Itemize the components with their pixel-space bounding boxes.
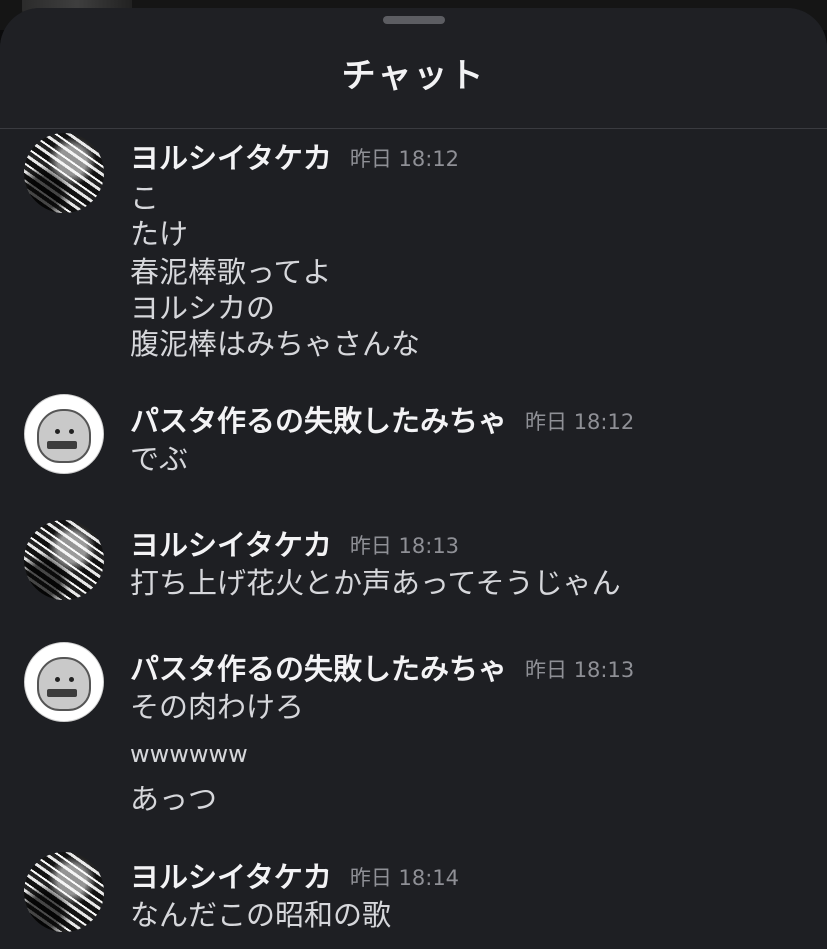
user-avatar[interactable]	[24, 852, 104, 932]
message-text: wwwwww	[130, 740, 248, 768]
drag-handle[interactable]	[383, 16, 445, 24]
message-author[interactable]: ヨルシイタケカ	[130, 141, 332, 175]
message-text: あっつ	[130, 782, 218, 816]
message-author[interactable]: パスタ作るの失敗したみちゃ	[130, 404, 507, 438]
message-text: 打ち上げ花火とか声あってそうじゃん	[130, 566, 621, 600]
message-timestamp: 昨日 18:12	[349, 147, 460, 171]
message-timestamp: 昨日 18:13	[349, 534, 460, 558]
user-avatar[interactable]	[24, 520, 104, 600]
user-avatar[interactable]	[24, 133, 104, 213]
user-avatar[interactable]	[24, 642, 104, 722]
message-timestamp: 昨日 18:13	[525, 658, 635, 682]
mascot-icon	[37, 409, 91, 463]
message-timestamp: 昨日 18:14	[349, 866, 460, 890]
message-text: 腹泥棒はみちゃさんな	[130, 327, 421, 361]
message-author[interactable]: ヨルシイタケカ	[130, 528, 332, 562]
message-text: その肉わけろ	[130, 690, 305, 724]
message-author[interactable]: ヨルシイタケカ	[130, 860, 332, 894]
chat-sheet: チャット ヨルシイタケカ 昨日 18:12 こ たけ 春泥棒歌ってよ ヨルシカの …	[0, 8, 827, 949]
sheet-header: チャット	[0, 8, 827, 129]
message-text: たけ	[130, 217, 189, 251]
sheet-title: チャット	[341, 56, 486, 96]
message-author[interactable]: パスタ作るの失敗したみちゃ	[130, 652, 507, 686]
message-text: なんだこの昭和の歌	[130, 898, 392, 932]
message-list[interactable]: ヨルシイタケカ 昨日 18:12 こ たけ 春泥棒歌ってよ ヨルシカの 腹泥棒はみ…	[0, 129, 827, 949]
mascot-icon	[37, 657, 91, 711]
message-timestamp: 昨日 18:12	[525, 410, 635, 434]
user-avatar[interactable]	[24, 394, 104, 474]
message-text: でぶ	[130, 442, 189, 476]
